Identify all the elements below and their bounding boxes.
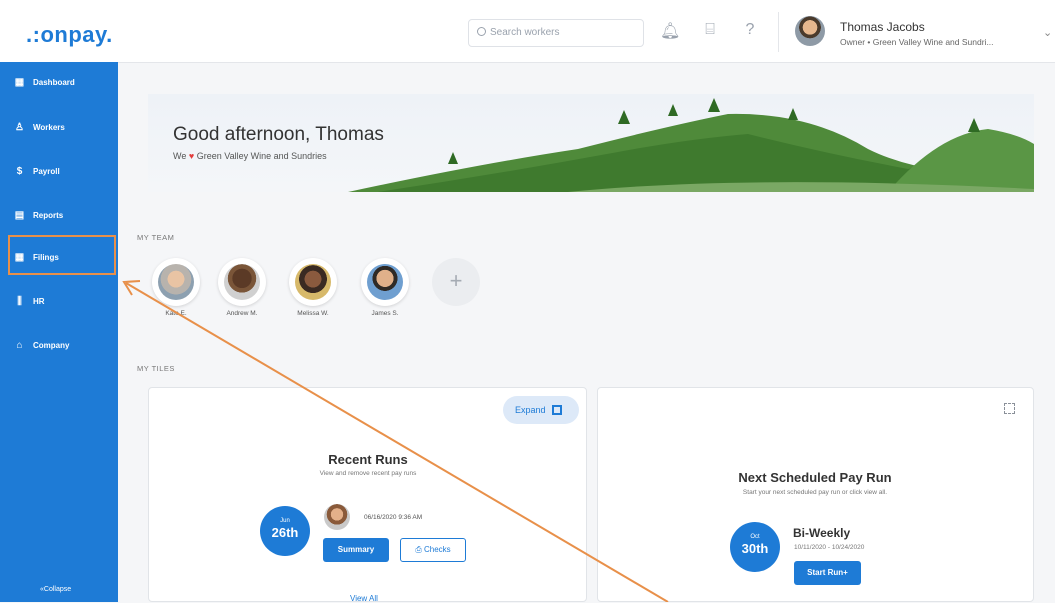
annotation-arrow: [122, 280, 669, 602]
